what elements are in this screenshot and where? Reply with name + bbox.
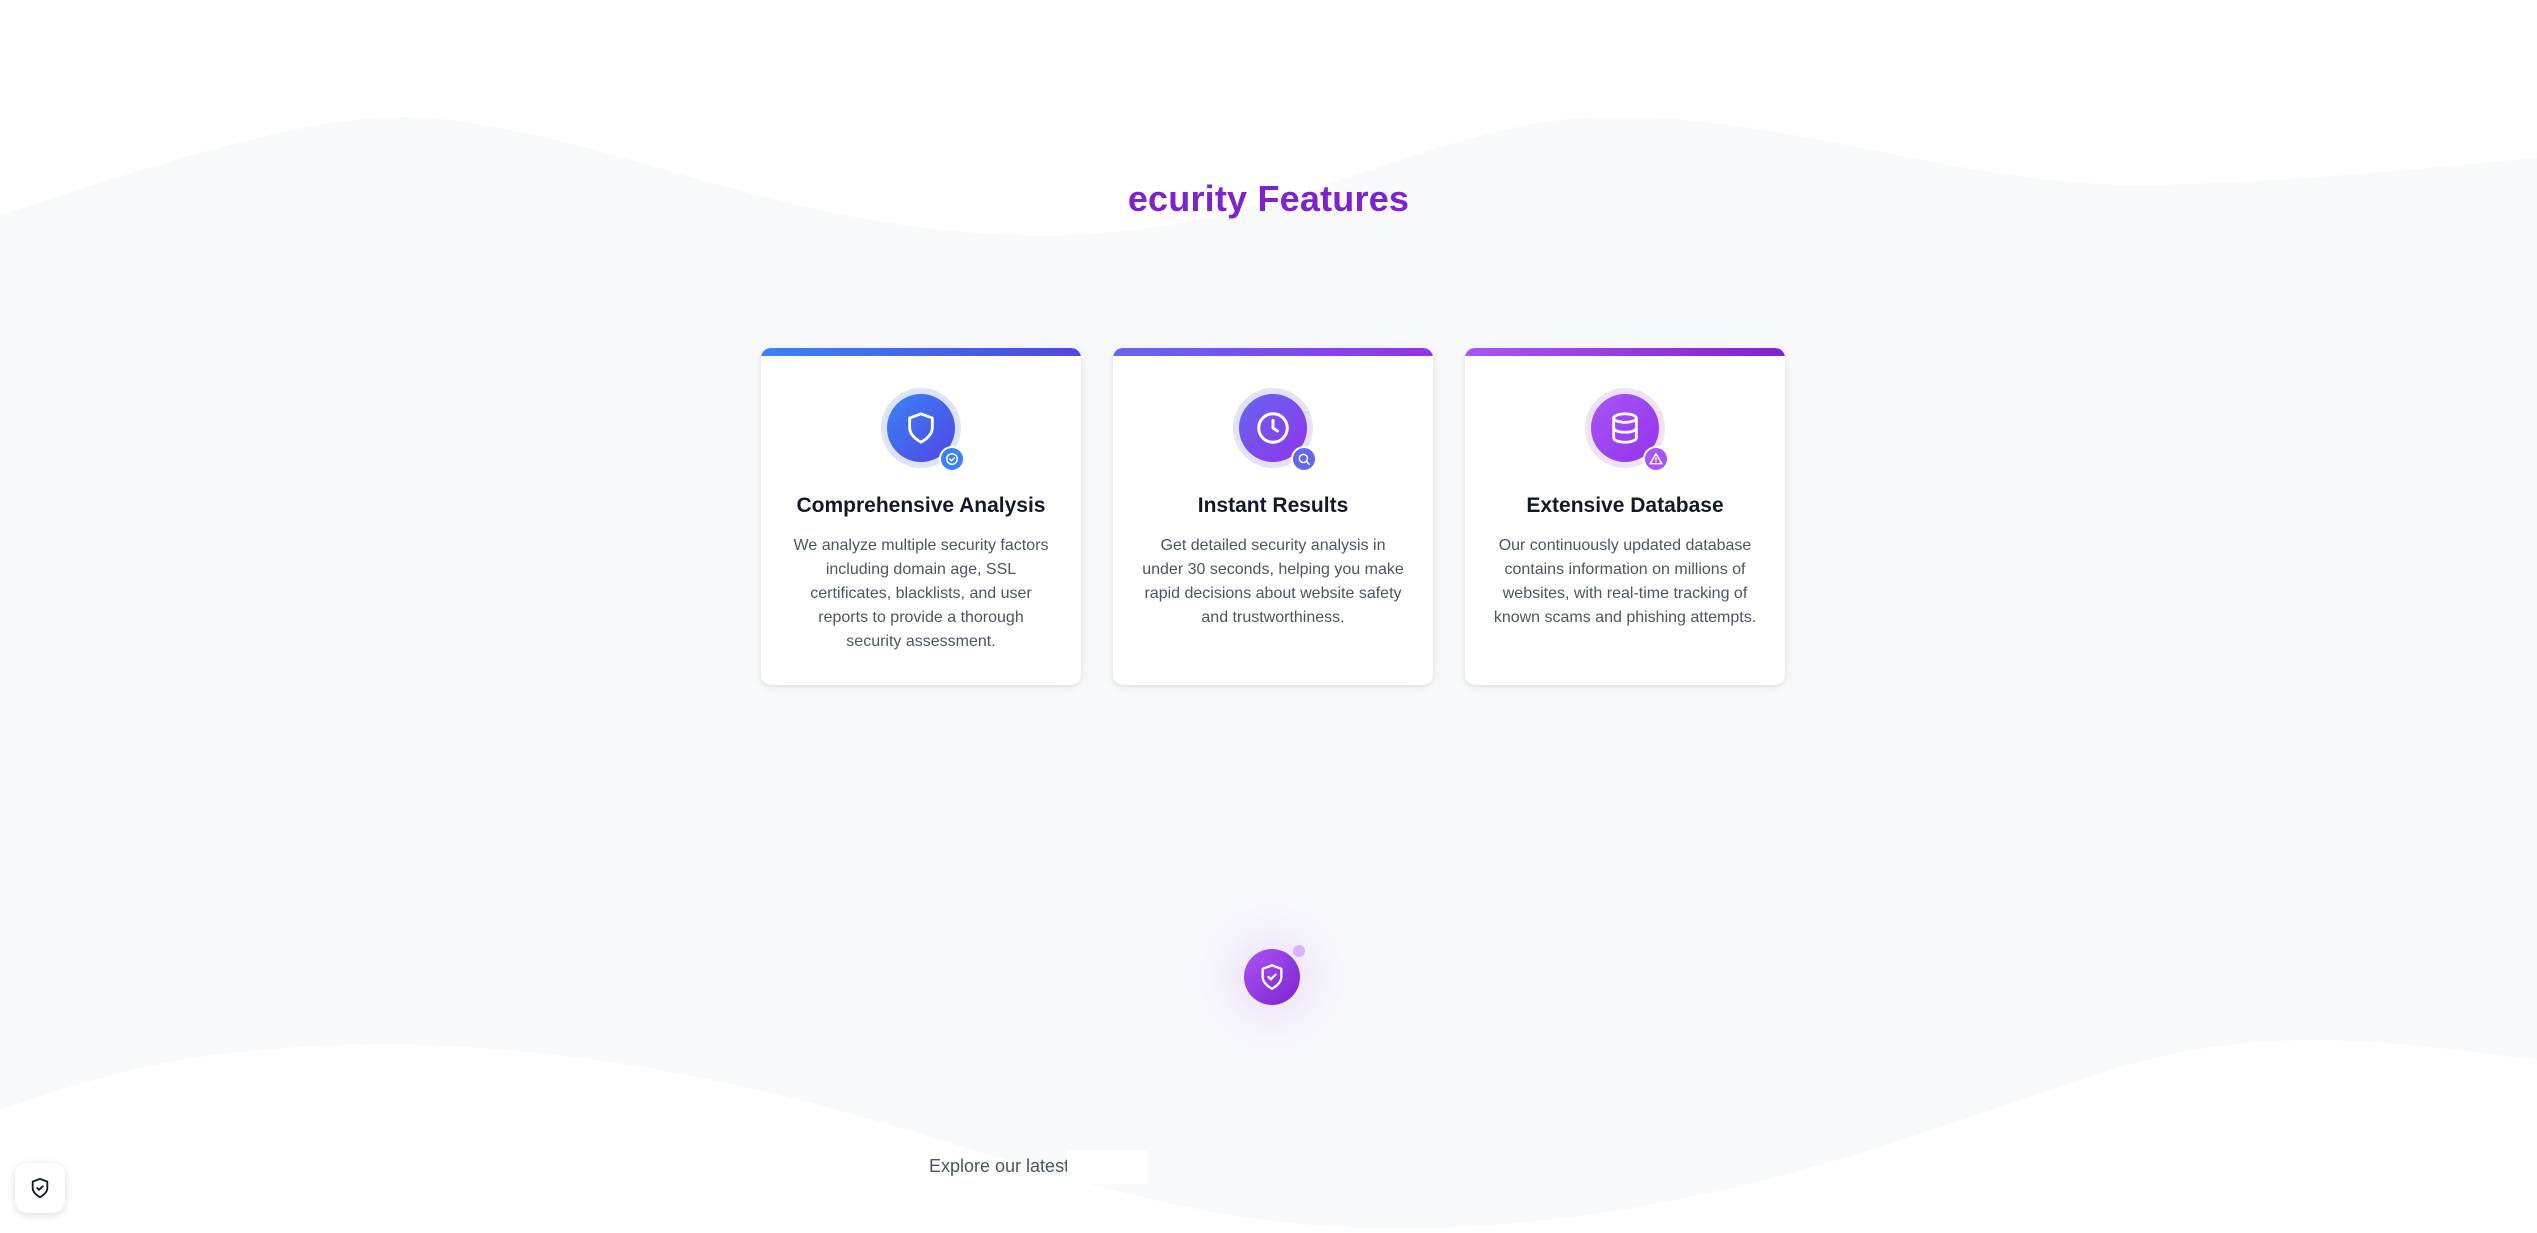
feature-badge [1643,446,1669,472]
feature-icon-container [1585,388,1669,472]
feature-badge [939,446,965,472]
feature-badge [1291,446,1317,472]
shield-icon [908,412,934,444]
page: ecurity Features Comprehensive Analysis [0,0,2537,1233]
feature-card-comprehensive-analysis: Comprehensive Analysis We analyze multip… [761,348,1081,685]
pulse-dot [1293,945,1305,957]
database-icon [1612,412,1638,444]
security-widget-button[interactable] [15,1163,65,1213]
section-title: ecurity Features [1127,178,1410,219]
warning-icon [1649,453,1663,465]
explore-teaser-text: Explore our latest [929,1156,1070,1176]
feature-title: Extensive Database [1526,494,1724,517]
card-accent-bar [1465,348,1785,356]
feature-card-extensive-database: Extensive Database Our continuously upda… [1465,348,1785,685]
card-accent-bar [1113,348,1433,356]
card-accent-bar [761,348,1081,356]
check-circle-icon [946,453,958,465]
clock-icon [1257,412,1289,444]
feature-description: We analyze multiple security factors inc… [793,537,1049,650]
shield-check-emblem [1244,949,1300,1005]
feature-title: Instant Results [1197,494,1349,517]
feature-card-instant-results: Instant Results Get detailed security an… [1113,348,1433,685]
feature-icon-container [1233,388,1317,472]
reveal-mask [1067,1150,1147,1184]
shield-check-icon [31,1177,49,1199]
feature-description: Get detailed security analysis in under … [1142,537,1404,626]
shield-check-icon [1261,964,1283,990]
features-grid: Comprehensive Analysis We analyze multip… [761,348,1785,685]
feature-icon-container [881,388,965,472]
search-icon [1298,453,1310,465]
feature-description: Our continuously updated database contai… [1493,537,1757,626]
feature-title: Comprehensive Analysis [796,494,1046,517]
